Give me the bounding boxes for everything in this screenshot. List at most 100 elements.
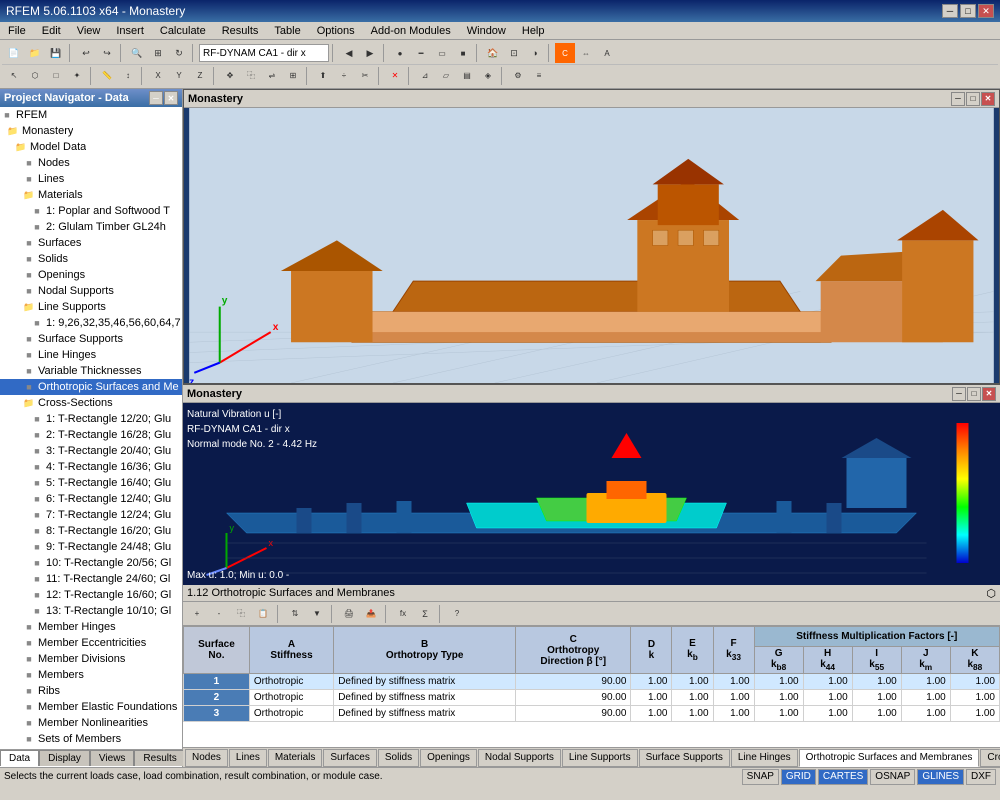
rotate-btn[interactable]: ↻: [169, 43, 189, 63]
ss-print-btn[interactable]: 🖨: [339, 604, 359, 624]
cell-k55-1[interactable]: 1.00: [852, 674, 901, 690]
cell-k-3[interactable]: 1.00: [631, 706, 672, 722]
settings-btn[interactable]: ≡: [529, 66, 549, 86]
cell-k88-2[interactable]: 1.00: [950, 690, 999, 706]
ss-export-btn[interactable]: 📤: [361, 604, 381, 624]
solid-icon[interactable]: ■: [453, 43, 473, 63]
cell-kb8-2[interactable]: 1.00: [754, 690, 803, 706]
mirror-btn[interactable]: ⇌: [262, 66, 282, 86]
tree-item-13[interactable]: ■1: 9,26,32,35,46,56,60,64,7: [0, 315, 182, 331]
tree-item-4[interactable]: ■Lines: [0, 171, 182, 187]
menu-view[interactable]: View: [73, 24, 105, 38]
ss-paste-btn[interactable]: 📋: [253, 604, 273, 624]
new-btn[interactable]: 📄: [4, 43, 24, 63]
dxf-btn[interactable]: DXF: [966, 769, 996, 785]
btab-lines[interactable]: Lines: [229, 749, 267, 767]
node-icon[interactable]: ●: [390, 43, 410, 63]
extrude-btn[interactable]: ⬆: [313, 66, 333, 86]
tree-item-32[interactable]: ■Member Hinges: [0, 619, 182, 635]
cell-angle-1[interactable]: 90.00: [516, 674, 631, 690]
btab-nodal-supports[interactable]: Nodal Supports: [478, 749, 561, 767]
tree-item-39[interactable]: ■Sets of Members: [0, 731, 182, 747]
tree-item-7[interactable]: ■2: Glulam Timber GL24h: [0, 219, 182, 235]
tree-item-36[interactable]: ■Ribs: [0, 683, 182, 699]
tree-item-27[interactable]: ■9: T-Rectangle 24/48; Glu: [0, 539, 182, 555]
osnap-btn[interactable]: OSNAP: [870, 769, 915, 785]
menu-results[interactable]: Results: [218, 24, 263, 38]
tree-item-22[interactable]: ■4: T-Rectangle 16/36; Glu: [0, 459, 182, 475]
tree-item-23[interactable]: ■5: T-Rectangle 16/40; Glu: [0, 475, 182, 491]
ss-copy-btn[interactable]: ⿻: [231, 604, 251, 624]
cell-km-3[interactable]: 1.00: [901, 706, 950, 722]
cell-kb8-3[interactable]: 1.00: [754, 706, 803, 722]
zoom-btn[interactable]: 🔍: [127, 43, 147, 63]
cell-km-1[interactable]: 1.00: [901, 674, 950, 690]
dim-btn[interactable]: ↕: [118, 66, 138, 86]
render-btn[interactable]: 🏠: [483, 43, 503, 63]
tree-item-9[interactable]: ■Solids: [0, 251, 182, 267]
shaded-btn[interactable]: ◑: [525, 43, 545, 63]
tree-item-31[interactable]: ■13: T-Rectangle 10/10; Gl: [0, 603, 182, 619]
cell-type-1[interactable]: Defined by stiffness matrix: [334, 674, 516, 690]
tree-item-34[interactable]: ■Member Divisions: [0, 651, 182, 667]
snap-btn[interactable]: SNAP: [742, 769, 779, 785]
cartes-btn[interactable]: CARTES: [818, 769, 868, 785]
spreadsheet-expand[interactable]: ⬡: [986, 587, 996, 600]
nav-minimize-btn[interactable]: ─: [149, 91, 163, 105]
measure-btn[interactable]: 📏: [97, 66, 117, 86]
tree-item-25[interactable]: ■7: T-Rectangle 12/24; Glu: [0, 507, 182, 523]
redo-btn[interactable]: ↪: [97, 43, 117, 63]
next-btn[interactable]: ▶: [360, 43, 380, 63]
cell-k-2[interactable]: 1.00: [631, 690, 672, 706]
btab-nodes[interactable]: Nodes: [185, 749, 228, 767]
cell-k44-2[interactable]: 1.00: [803, 690, 852, 706]
scale-btn[interactable]: ⇔: [576, 43, 596, 63]
copy-btn[interactable]: ⿻: [241, 66, 261, 86]
view-minimize-bottom[interactable]: ─: [952, 387, 966, 401]
cell-k55-3[interactable]: 1.00: [852, 706, 901, 722]
cell-km-2[interactable]: 1.00: [901, 690, 950, 706]
nav-tab-data[interactable]: Data: [0, 750, 39, 766]
btab-surface-supports[interactable]: Surface Supports: [639, 749, 730, 767]
annotate-btn[interactable]: A: [597, 43, 617, 63]
menu-table[interactable]: Table: [270, 24, 304, 38]
tree-item-15[interactable]: ■Line Hinges: [0, 347, 182, 363]
tree-item-8[interactable]: ■Surfaces: [0, 235, 182, 251]
wireframe-btn[interactable]: ⊡: [504, 43, 524, 63]
cell-k44-3[interactable]: 1.00: [803, 706, 852, 722]
btab-surfaces[interactable]: Surfaces: [323, 749, 376, 767]
combo-loadcase[interactable]: [199, 44, 329, 62]
line-icon[interactable]: ━: [411, 43, 431, 63]
x-btn[interactable]: X: [148, 66, 168, 86]
ss-add-btn[interactable]: +: [187, 604, 207, 624]
cell-stiffness-3[interactable]: Orthotropic: [249, 706, 333, 722]
ss-filter-btn[interactable]: ▼: [307, 604, 327, 624]
btab-line-supports[interactable]: Line Supports: [562, 749, 638, 767]
tree-item-26[interactable]: ■8: T-Rectangle 16/20; Glu: [0, 523, 182, 539]
array-btn[interactable]: ⊞: [283, 66, 303, 86]
open-btn[interactable]: 📁: [25, 43, 45, 63]
view-minimize-top[interactable]: ─: [951, 92, 965, 106]
cell-angle-2[interactable]: 90.00: [516, 690, 631, 706]
pick-btn[interactable]: ✦: [67, 66, 87, 86]
cell-kb-3[interactable]: 1.00: [672, 706, 713, 722]
cell-kb8-1[interactable]: 1.00: [754, 674, 803, 690]
cell-k44-1[interactable]: 1.00: [803, 674, 852, 690]
cell-k88-3[interactable]: 1.00: [950, 706, 999, 722]
tree-item-35[interactable]: ■Members: [0, 667, 182, 683]
cell-kb-2[interactable]: 1.00: [672, 690, 713, 706]
menu-insert[interactable]: Insert: [112, 24, 148, 38]
btab-line-hinges[interactable]: Line Hinges: [731, 749, 798, 767]
tree-item-2[interactable]: 📁Model Data: [0, 139, 182, 155]
view-content-top[interactable]: x y z: [184, 108, 999, 383]
ss-delete-btn[interactable]: -: [209, 604, 229, 624]
select-btn[interactable]: ↖: [4, 66, 24, 86]
close-button[interactable]: ✕: [978, 4, 994, 18]
cell-k88-1[interactable]: 1.00: [950, 674, 999, 690]
cell-k33-1[interactable]: 1.00: [713, 674, 754, 690]
tree-item-21[interactable]: ■3: T-Rectangle 20/40; Glu: [0, 443, 182, 459]
properties-btn[interactable]: ⚙: [508, 66, 528, 86]
tree-item-37[interactable]: ■Member Elastic Foundations: [0, 699, 182, 715]
ss-help-btn[interactable]: ?: [447, 604, 467, 624]
tree-item-3[interactable]: ■Nodes: [0, 155, 182, 171]
